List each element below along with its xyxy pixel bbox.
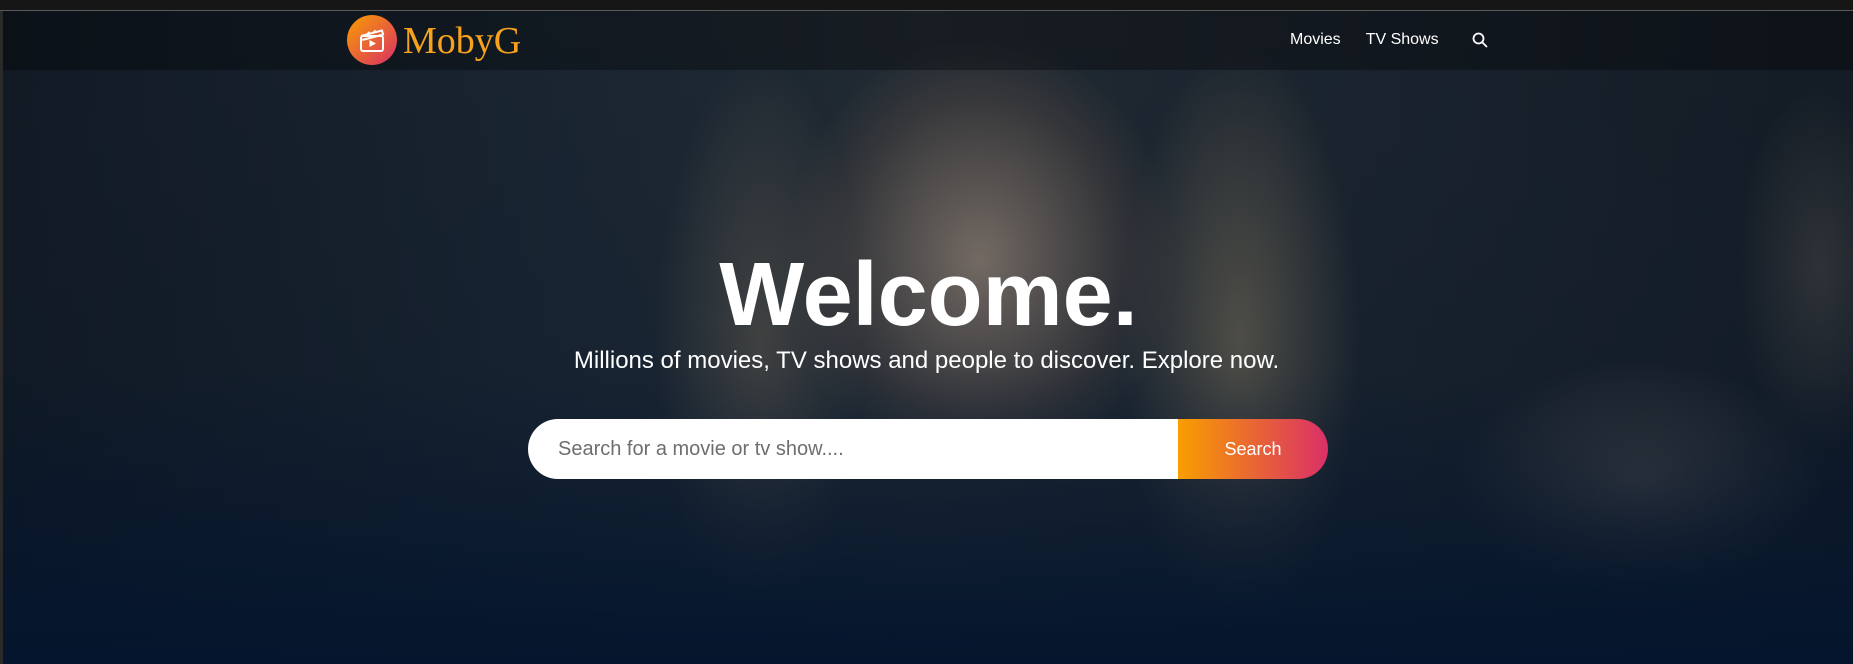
site-header: MobyG Movies TV Shows <box>0 10 1853 70</box>
nav-item-tv-shows[interactable]: TV Shows <box>1366 31 1439 49</box>
brand-name: MobyG <box>403 20 522 62</box>
nav-item-movies[interactable]: Movies <box>1290 31 1341 49</box>
window-edge <box>0 10 3 664</box>
search-input[interactable] <box>528 419 1178 479</box>
clapperboard-play-icon <box>347 15 397 65</box>
hero-content: Welcome. Millions of movies, TV shows an… <box>0 250 1853 376</box>
hero-search-bar: Search <box>528 419 1328 479</box>
main-nav: Movies TV Shows <box>1290 10 1489 70</box>
logo[interactable]: MobyG <box>347 15 521 65</box>
page: MobyG Movies TV Shows Welcome. Millions … <box>0 0 1853 664</box>
search-icon[interactable] <box>1471 31 1489 49</box>
hero-subtitle: Millions of movies, TV shows and people … <box>573 347 1280 374</box>
search-button[interactable]: Search <box>1178 419 1328 479</box>
hero-title: Welcome. <box>719 245 1138 345</box>
